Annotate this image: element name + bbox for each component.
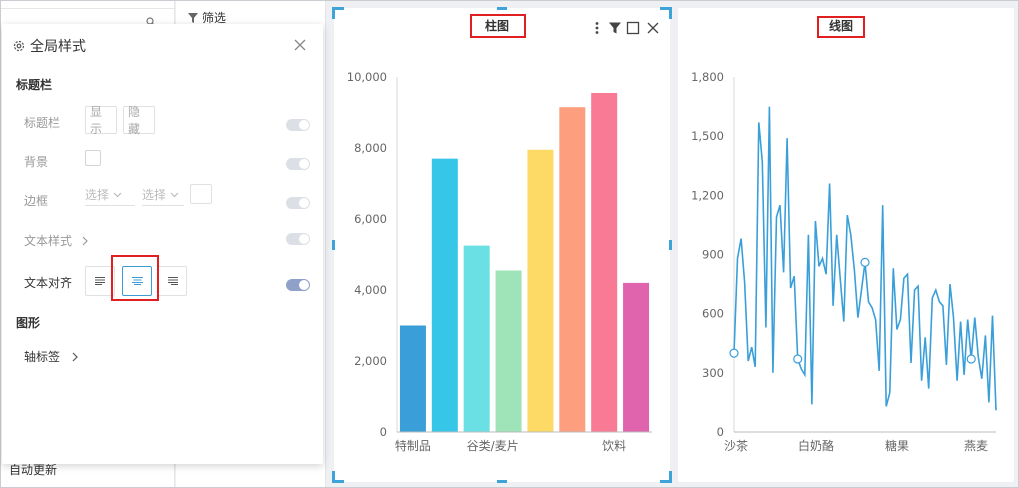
bar-title-highlight-box [470, 14, 526, 38]
resize-handle[interactable] [497, 480, 507, 483]
x-tick-label: 白奶酪 [798, 438, 834, 453]
show-button[interactable]: 显示 [85, 105, 117, 136]
line-chart-svg: 0 300 600 900 1,200 1,500 1,800 沙茶 白奶酪 糖果 燕麦 [691, 70, 997, 453]
text-align-label: 文本对齐 [24, 276, 73, 290]
bar [431, 158, 458, 432]
x-tick-label: 特制品 [395, 438, 431, 453]
text-style-label: 文本样式 [24, 234, 73, 248]
bar-chart-svg: 0 2,000 4,000 6,000 8,000 10,000 特制品 谷类/麦片 饮料 [347, 70, 652, 453]
background-checkbox[interactable] [85, 150, 101, 166]
resize-handle[interactable] [497, 7, 507, 10]
y-tick-label: 10,000 [347, 70, 387, 84]
data-point [793, 354, 803, 364]
x-tick-label: 饮料 [602, 439, 626, 453]
y-tick-label: 8,000 [354, 141, 387, 155]
y-tick-label: 1,200 [691, 188, 724, 202]
bar [527, 149, 554, 432]
bar [463, 245, 490, 432]
maximize-icon[interactable] [626, 21, 640, 35]
chevron-down-icon [170, 192, 179, 197]
x-tick-label: 沙茶 [724, 438, 748, 453]
y-tick-label: 1,800 [691, 70, 724, 84]
data-point [860, 257, 870, 267]
bar [623, 282, 650, 432]
border-color-picker[interactable] [190, 184, 212, 204]
filter-icon[interactable] [608, 21, 622, 35]
text-style-row[interactable]: 文本样式 [24, 232, 88, 249]
y-tick-label: 2,000 [354, 354, 387, 368]
y-tick-label: 900 [702, 248, 724, 262]
section-shape: 图形 [16, 316, 41, 330]
popup-header: 全局样式 [12, 36, 86, 56]
chevron-down-icon [113, 192, 122, 197]
text-style-toggle[interactable] [286, 233, 310, 245]
close-icon[interactable] [294, 39, 306, 51]
align-right-icon [167, 277, 178, 285]
y-tick-label: 6,000 [354, 212, 387, 226]
section-title-bar: 标题栏 [16, 78, 53, 92]
x-tick-label: 谷类/麦片 [467, 439, 519, 453]
bar [591, 92, 618, 432]
data-point [966, 354, 976, 364]
border-width-select-value: 选择 [142, 188, 167, 202]
y-tick-label: 4,000 [354, 283, 387, 297]
x-tick-label: 糖果 [885, 438, 909, 453]
popup-title: 全局样式 [30, 39, 86, 55]
close-icon[interactable] [646, 21, 660, 35]
border-label: 边框 [24, 194, 49, 208]
y-tick-label: 0 [717, 425, 724, 439]
y-tick-label: 0 [380, 425, 387, 439]
axis-label-row[interactable]: 轴标签 [24, 348, 78, 365]
global-style-popup: 全局样式 标题栏 标题栏 显示 隐藏 背景 边框 选择 选择 文本样式 文本对齐… [2, 24, 323, 464]
chevron-right-icon [72, 352, 78, 361]
resize-handle[interactable] [669, 240, 672, 250]
title-bar-toggle[interactable] [286, 119, 310, 131]
resize-handle[interactable] [332, 240, 335, 250]
border-style-select[interactable]: 选择 [85, 184, 135, 206]
chevron-right-icon [82, 236, 88, 245]
line-title-highlight-box [817, 16, 865, 38]
more-icon[interactable] [590, 21, 604, 35]
selection-corner[interactable] [332, 471, 344, 483]
line-chart-card[interactable]: 0 300 600 900 1,200 1,500 1,800 沙茶 白奶酪 糖果 燕麦 线图 [678, 8, 1014, 482]
y-tick-label: 300 [702, 366, 724, 380]
selection-corner[interactable] [660, 7, 672, 19]
y-tick-label: 1,500 [691, 129, 724, 143]
background-label: 背景 [24, 155, 49, 169]
x-tick-label: 燕麦 [964, 439, 988, 453]
y-tick-label: 600 [702, 307, 724, 321]
align-highlight-box [111, 255, 159, 301]
hide-button[interactable]: 隐藏 [123, 105, 155, 136]
background-toggle[interactable] [286, 158, 310, 170]
align-left-icon [94, 277, 105, 285]
bar-chart-card[interactable]: 0 2,000 4,000 6,000 8,000 10,000 特制品 谷类/麦片 饮料 柱… [334, 8, 670, 482]
bar [559, 107, 586, 433]
selection-corner[interactable] [660, 471, 672, 483]
text-align-toggle[interactable] [286, 279, 310, 291]
border-style-select-value: 选择 [85, 188, 110, 202]
selection-corner[interactable] [332, 7, 344, 19]
data-point [729, 348, 739, 358]
border-width-select[interactable]: 选择 [142, 184, 184, 206]
bar [399, 325, 426, 432]
gear-icon [13, 40, 25, 52]
left-panel-topbar [1, 1, 175, 9]
align-right-button[interactable] [157, 266, 187, 296]
title-bar-label: 标题栏 [24, 116, 61, 130]
filter-icon [188, 12, 198, 23]
axis-label-label: 轴标签 [24, 350, 61, 364]
bar [495, 270, 522, 432]
border-toggle[interactable] [286, 197, 310, 209]
